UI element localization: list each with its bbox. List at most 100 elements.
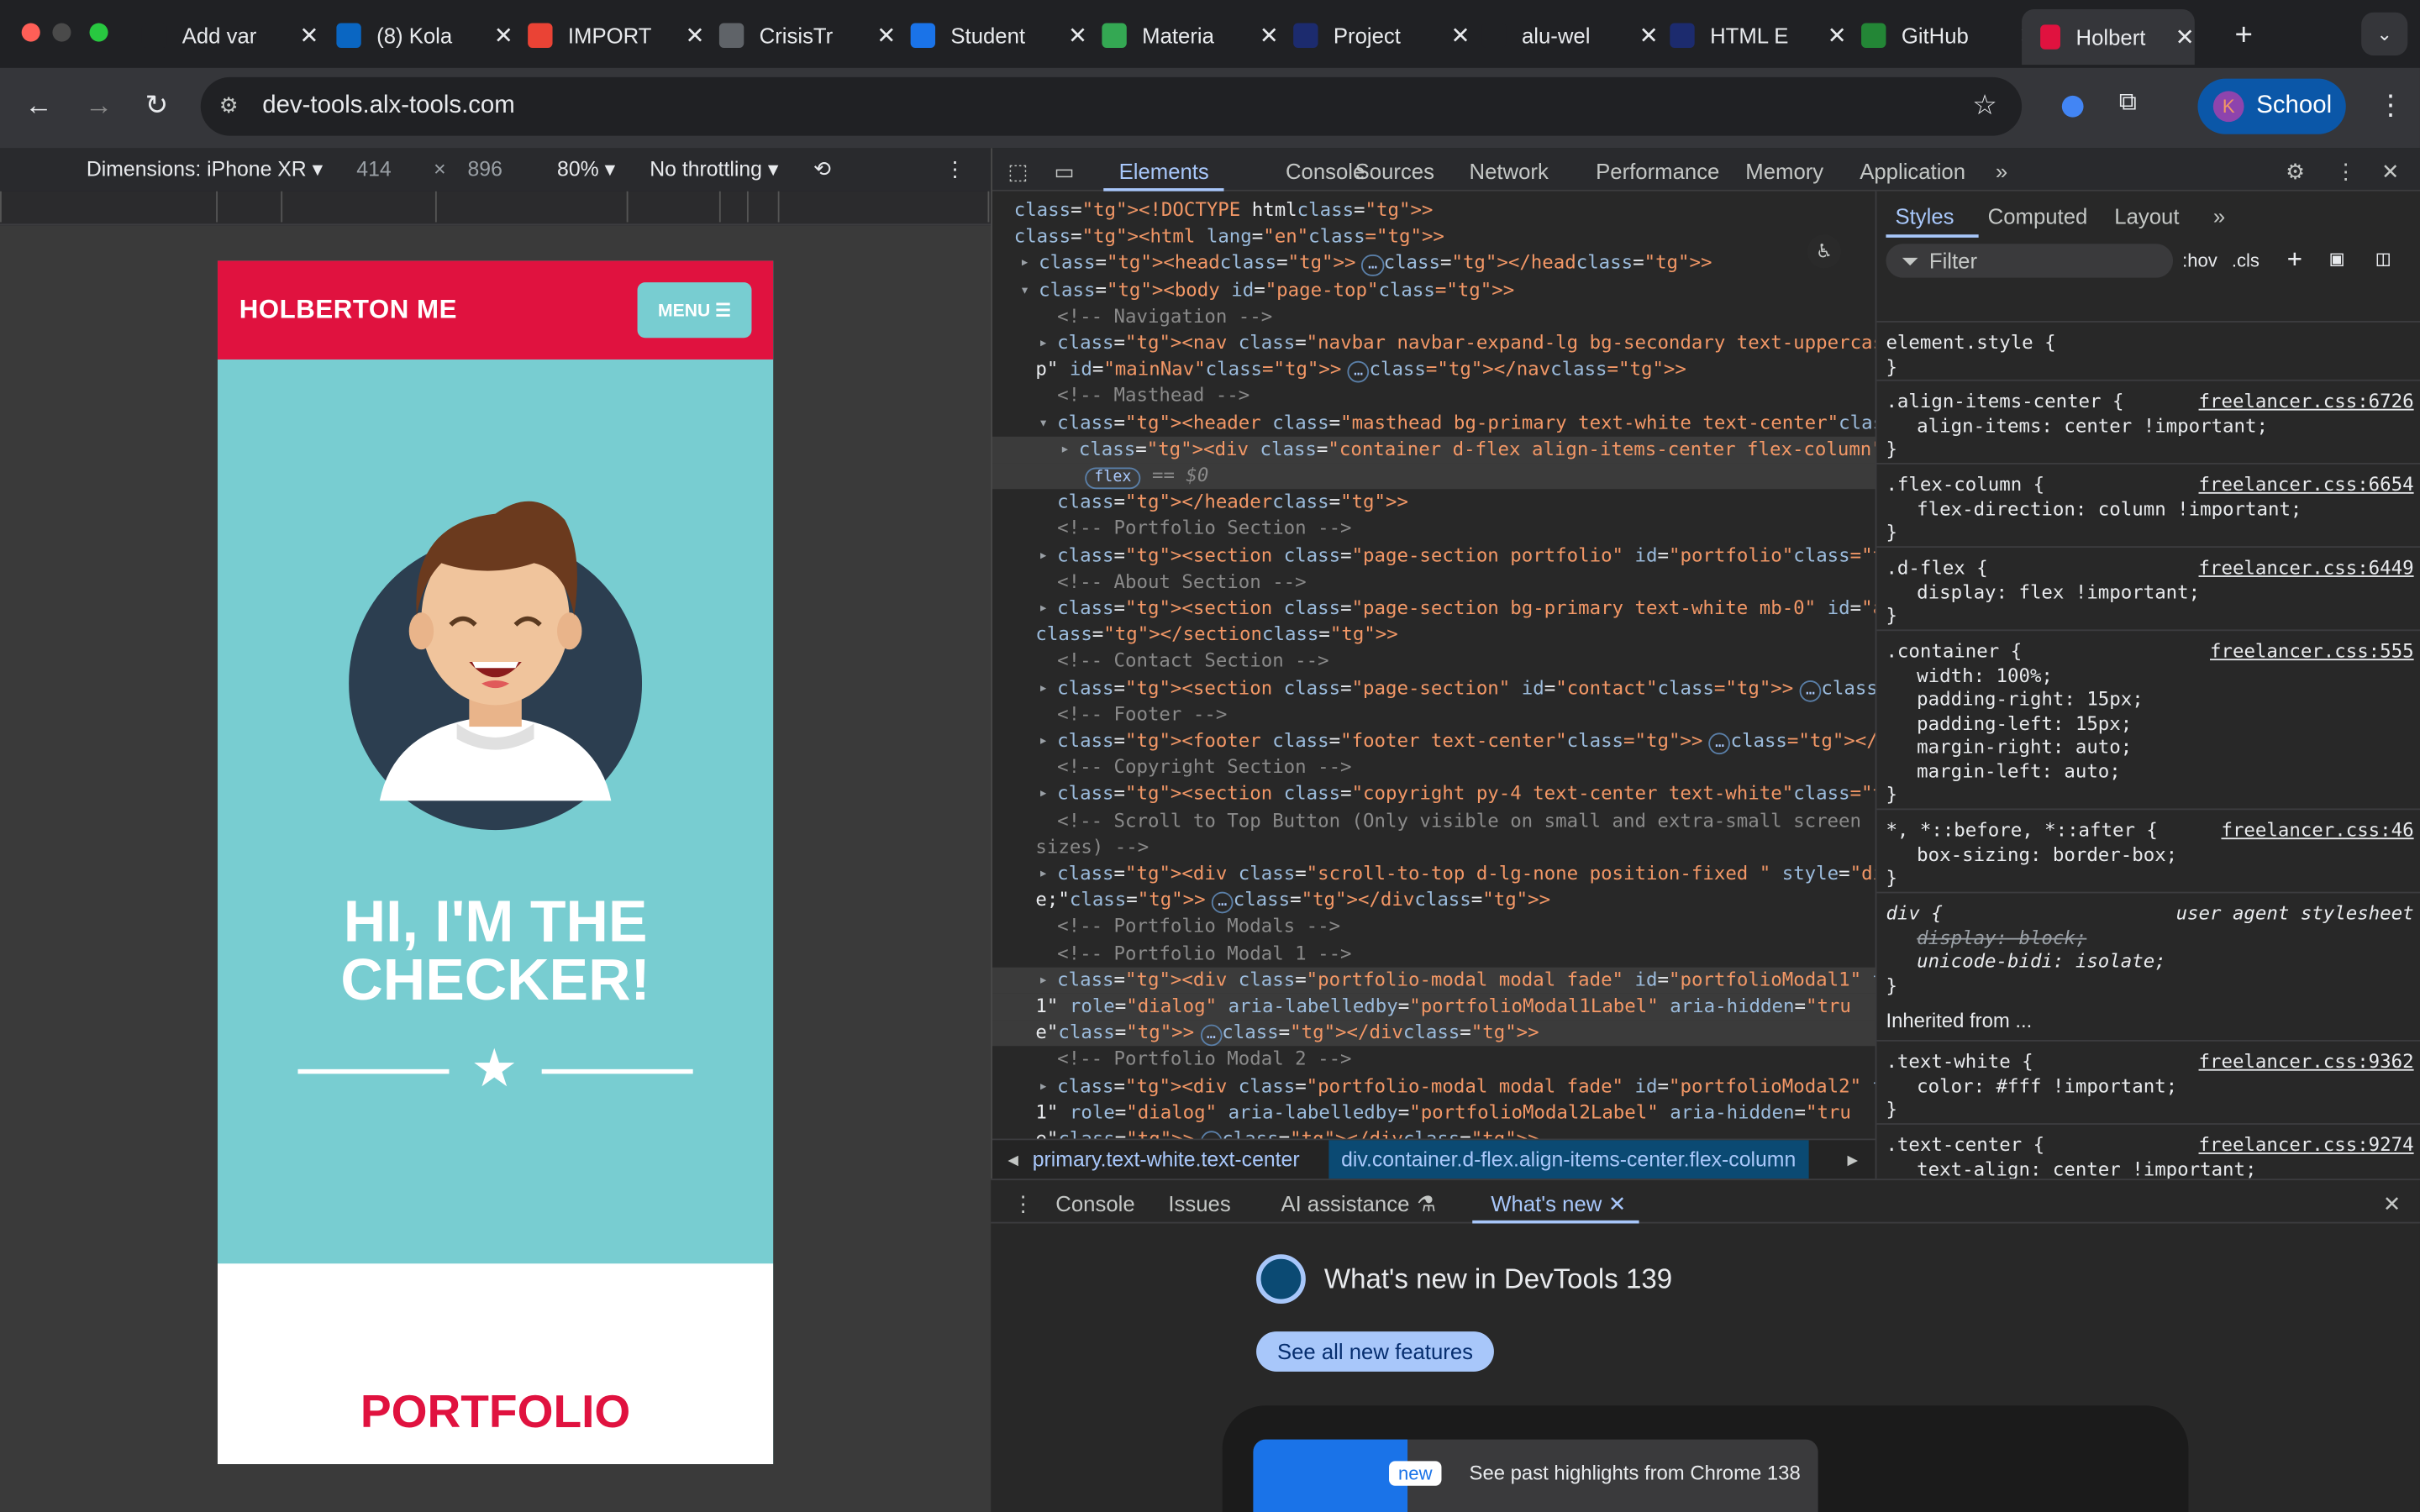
close-tab-icon[interactable]: ✕ xyxy=(299,22,318,50)
style-rule-selector[interactable]: .container {freelancer.css:555 xyxy=(1886,638,2417,663)
dom-node-line[interactable]: e"class="tg">>…class="tg"></divclass="tg… xyxy=(992,1020,1876,1047)
browser-tab[interactable]: Student ✕ xyxy=(910,13,1087,59)
dom-node-line[interactable]: <!-- Portfolio Modals --> xyxy=(992,914,1876,940)
dom-node-line[interactable]: ▸ class="tg"><footer class="footer text-c… xyxy=(992,728,1876,755)
browser-tab[interactable]: IMPORT ✕ xyxy=(528,13,705,59)
highlight-item[interactable]: new See past highlights from Chrome 138 xyxy=(1253,1439,1818,1512)
back-icon[interactable]: ← xyxy=(24,90,52,123)
dom-node-line[interactable]: ▾ class="tg"><body id="page-top"class="tg… xyxy=(992,277,1876,303)
zoom-window-button[interactable] xyxy=(89,23,108,42)
tab-layout[interactable]: Layout xyxy=(2114,203,2179,228)
close-tab-icon[interactable]: ✕ xyxy=(1828,22,1847,50)
style-rule-selector[interactable]: .text-center {freelancer.css:9274 xyxy=(1886,1132,2417,1157)
tab-computed[interactable]: Computed xyxy=(1988,203,2088,228)
tab-console[interactable]: Console xyxy=(1286,159,1365,183)
dom-node-line[interactable]: ▸ class="tg"><section class="copyright py… xyxy=(992,781,1875,807)
style-rule-selector[interactable]: .d-flex {freelancer.css:6449 xyxy=(1886,555,2417,580)
style-property[interactable]: align-items: center !important; xyxy=(1917,413,2420,438)
brand-link[interactable]: HOLBERTON ME xyxy=(239,295,457,326)
close-tab-icon[interactable]: ✕ xyxy=(2175,24,2195,50)
extension-icon[interactable] xyxy=(2061,95,2084,118)
drawer-tab-issues[interactable]: Issues xyxy=(1168,1191,1230,1215)
sidebar-toggle-icon[interactable]: ◫ xyxy=(2377,247,2390,271)
dom-node-line[interactable]: <!-- Contact Section --> xyxy=(992,648,1876,675)
dom-node-line[interactable]: class="tg"><!DOCTYPE htmlclass="tg">> xyxy=(992,197,1876,223)
inspect-icon[interactable]: ⬚ xyxy=(1007,159,1028,185)
accessibility-icon[interactable]: ♿ xyxy=(1807,234,1842,269)
tab-styles[interactable]: Styles xyxy=(1895,203,1954,228)
cls-toggle[interactable]: .cls xyxy=(2232,250,2260,272)
browser-tab[interactable]: Add var ✕ xyxy=(141,13,318,59)
dom-node-line[interactable]: ▾ class="tg"><header class="masthead bg-p… xyxy=(992,410,1875,436)
device-select[interactable]: Dimensions: iPhone XR ▾ xyxy=(87,157,323,181)
style-property[interactable]: display: block; xyxy=(1917,926,2420,950)
reload-icon[interactable]: ↻ xyxy=(145,90,169,123)
style-property[interactable]: padding-right: 15px; xyxy=(1917,687,2420,711)
menu-button[interactable]: MENU ☰ xyxy=(637,282,752,339)
device-toggle-icon[interactable]: ▭ xyxy=(1054,159,1074,185)
drawer-tab-whats-new[interactable]: What's new xyxy=(1491,1191,1602,1215)
hov-toggle[interactable]: :hov xyxy=(2182,250,2217,272)
url-text[interactable]: dev-tools.alx-tools.com xyxy=(262,92,515,120)
address-bar[interactable]: ⚙ dev-tools.alx-tools.com ☆ xyxy=(200,76,2023,136)
close-tab-icon[interactable]: ✕ xyxy=(876,22,896,50)
dom-node-line[interactable]: ▸ class="tg"><div class="portfolio-modal … xyxy=(992,967,1876,994)
devtools-more-icon[interactable]: ⋮ xyxy=(2335,159,2357,185)
style-rule-selector[interactable]: element.style { xyxy=(1886,330,2417,354)
browser-tab[interactable]: Holbert ✕ xyxy=(2022,9,2195,66)
profile-button[interactable]: K School xyxy=(2197,78,2346,134)
dom-node-line[interactable]: flex == $0 xyxy=(992,463,1876,490)
style-property[interactable]: width: 100%; xyxy=(1917,664,2420,688)
tab-application[interactable]: Application xyxy=(1860,159,1965,183)
dom-node-line[interactable]: <!-- Scroll to Top Button (Only visible … xyxy=(992,808,1876,834)
style-property[interactable]: margin-left: auto; xyxy=(1917,759,2420,783)
style-source-link[interactable]: freelancer.css:555 xyxy=(2210,638,2414,663)
close-tab-icon[interactable]: ✕ xyxy=(1450,22,1470,50)
dom-node-line[interactable]: <!-- Portfolio Modal 1 --> xyxy=(992,941,1876,967)
dom-node-line[interactable]: ▸ class="tg"><section class="page-section… xyxy=(992,596,1875,622)
dom-node-line[interactable]: class="tg"></headerclass="tg">> xyxy=(992,490,1876,516)
tab-elements[interactable]: Elements xyxy=(1119,159,1209,183)
tab-sources[interactable]: Sources xyxy=(1355,159,1434,183)
style-property[interactable]: flex-direction: column !important; xyxy=(1917,496,2420,521)
close-tab-icon[interactable]: ✕ xyxy=(1260,22,1279,50)
height-input[interactable]: 896 xyxy=(468,157,502,181)
dom-node-line[interactable]: sizes) --> xyxy=(992,834,1876,860)
dom-node-line[interactable]: e"class="tg">>…class="tg"></divclass="tg… xyxy=(992,1126,1876,1139)
dom-node-line[interactable]: class="tg"></sectionclass="tg">> xyxy=(992,622,1876,648)
close-tab-icon[interactable]: ✕ xyxy=(685,22,704,50)
tab-search-icon[interactable]: ⌄ xyxy=(2361,12,2408,56)
style-property[interactable]: color: #fff !important; xyxy=(1917,1074,2420,1098)
more-style-tabs-icon[interactable]: » xyxy=(2213,203,2225,228)
browser-tab[interactable]: (8) Kola ✕ xyxy=(336,13,513,59)
dom-node-line[interactable]: ▸ class="tg"><section class="page-section… xyxy=(992,543,1875,569)
dom-node-line[interactable]: ▸ class="tg"><section class="page-section… xyxy=(992,675,1876,701)
style-rule-selector[interactable]: .flex-column {freelancer.css:6654 xyxy=(1886,472,2417,496)
new-tab-button[interactable]: + xyxy=(2235,18,2253,54)
style-source-link[interactable]: freelancer.css:6726 xyxy=(2199,389,2414,413)
close-tab-icon[interactable]: ✕ xyxy=(1639,22,1659,50)
style-rule-selector[interactable]: .text-white {freelancer.css:9362 xyxy=(1886,1049,2417,1074)
style-source-link[interactable]: freelancer.css:9274 xyxy=(2199,1132,2414,1157)
dom-node-line[interactable]: ▸ class="tg"><nav class="navbar navbar-ex… xyxy=(992,330,1875,356)
see-all-features-button[interactable]: See all new features xyxy=(1256,1331,1494,1372)
style-source-link[interactable]: freelancer.css:6449 xyxy=(2199,555,2414,580)
paint-icon[interactable]: ▣ xyxy=(2330,247,2343,271)
drawer-tab-ai-assistance[interactable]: AI assistance xyxy=(1281,1191,1409,1215)
device-more-icon[interactable]: ⋮ xyxy=(944,157,965,181)
browser-tab[interactable]: CrisisTr ✕ xyxy=(718,13,896,59)
dom-node-line[interactable]: 1" role="dialog" aria-labelledby="portfo… xyxy=(992,1100,1876,1126)
close-tab-icon[interactable]: ✕ xyxy=(1068,22,1087,50)
close-devtools-icon[interactable]: ✕ xyxy=(2381,159,2400,185)
dom-node-line[interactable]: ▸ class="tg"><div class="container d-flex… xyxy=(992,436,1876,463)
style-source-link[interactable]: freelancer.css:6654 xyxy=(2199,472,2414,496)
close-tab-icon[interactable]: ✕ xyxy=(494,22,513,50)
style-property[interactable]: box-sizing: border-box; xyxy=(1917,843,2420,867)
browser-tab[interactable]: Project ✕ xyxy=(1293,13,1470,59)
browser-menu-icon[interactable]: ⋮ xyxy=(2377,90,2405,123)
browser-tab[interactable]: HTML E ✕ xyxy=(1670,13,1847,59)
tab-performance[interactable]: Performance xyxy=(1596,159,1719,183)
dom-node-line[interactable]: ▸ class="tg"><headclass="tg">>… class="tg"… xyxy=(992,250,1876,277)
dom-node-line[interactable]: <!-- Footer --> xyxy=(992,701,1876,727)
dom-node-line[interactable]: <!-- Portfolio Modal 2 --> xyxy=(992,1047,1876,1073)
